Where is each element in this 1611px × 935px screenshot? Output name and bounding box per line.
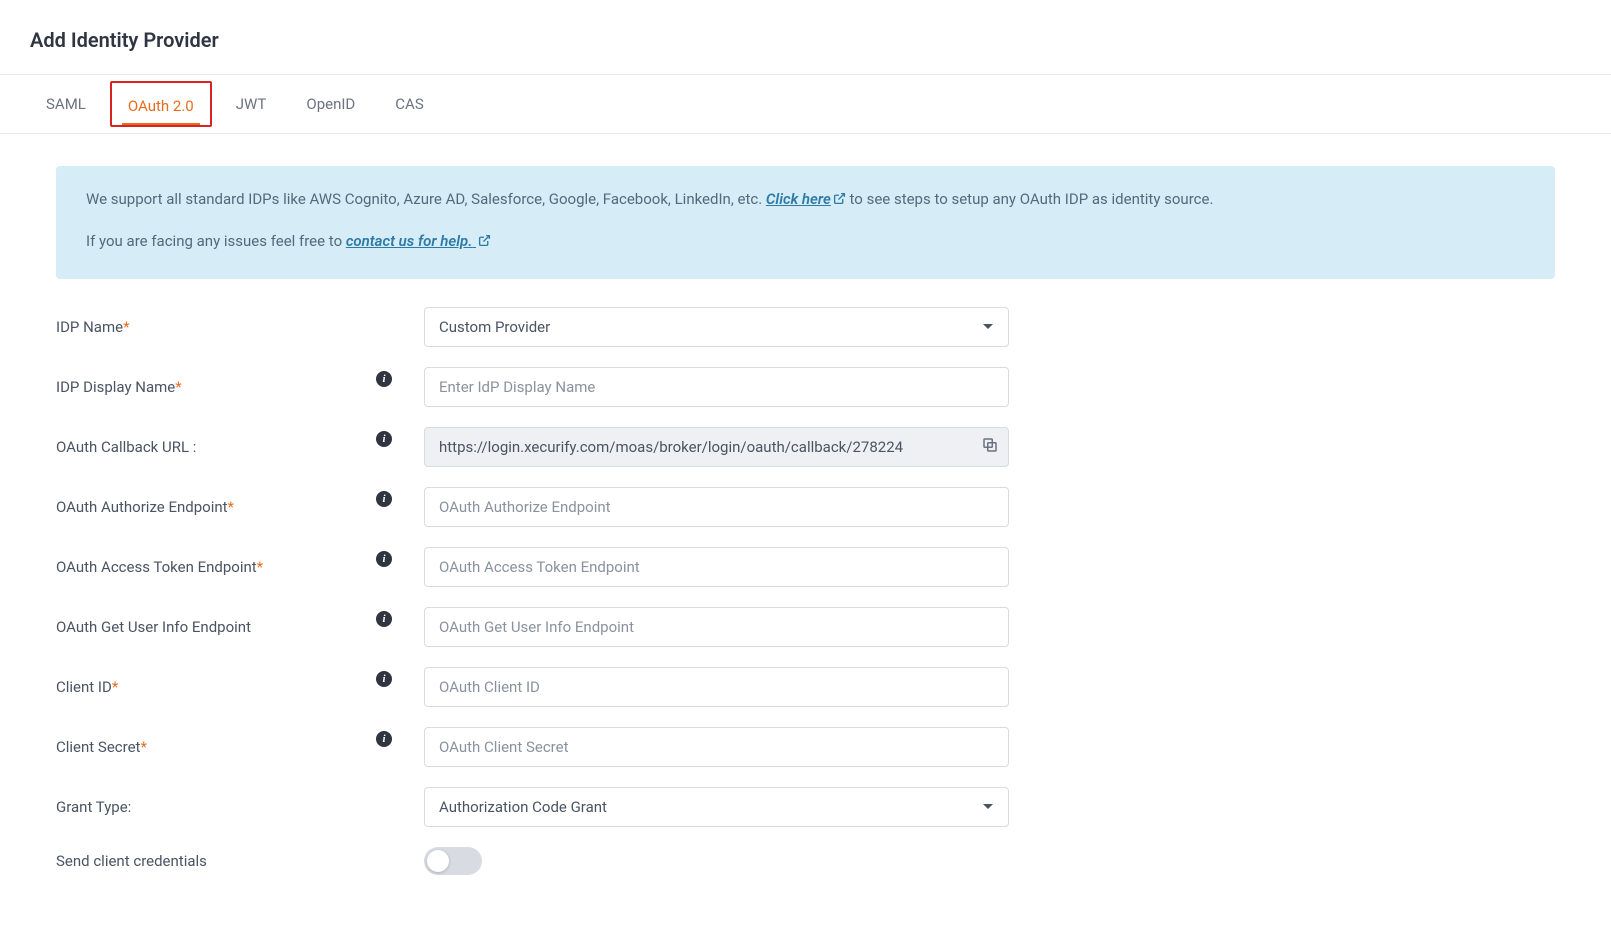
access-token-endpoint-input[interactable]	[424, 547, 1009, 587]
tabs-bar: SAML OAuth 2.0 JWT OpenID CAS	[0, 75, 1611, 134]
info-icon[interactable]: i	[376, 431, 392, 447]
callback-url-field[interactable]	[424, 427, 1009, 467]
label-send-credentials: Send client credentials	[56, 852, 376, 870]
label-user-info-endpoint: OAuth Get User Info Endpoint	[56, 618, 376, 636]
user-info-endpoint-input[interactable]	[424, 607, 1009, 647]
row-send-credentials: Send client credentials	[56, 847, 1555, 875]
row-access-token-endpoint: OAuth Access Token Endpoint* i	[56, 547, 1555, 587]
send-credentials-toggle[interactable]	[424, 847, 482, 875]
info-text: We support all standard IDPs like AWS Co…	[86, 190, 766, 208]
label-idp-name: IDP Name*	[56, 318, 376, 336]
info-icon[interactable]: i	[376, 731, 392, 747]
info-text: If you are facing any issues feel free t…	[86, 232, 346, 250]
label-access-token-endpoint: OAuth Access Token Endpoint*	[56, 558, 376, 576]
tab-openid[interactable]: OpenID	[286, 75, 375, 133]
copy-icon	[981, 436, 999, 454]
client-secret-input[interactable]	[424, 727, 1009, 767]
content-area: We support all standard IDPs like AWS Co…	[0, 134, 1611, 935]
tab-jwt[interactable]: JWT	[216, 75, 287, 133]
info-icon[interactable]: i	[376, 551, 392, 567]
click-here-link[interactable]: Click here	[766, 190, 846, 208]
row-authorize-endpoint: OAuth Authorize Endpoint* i	[56, 487, 1555, 527]
required-marker: *	[112, 678, 118, 696]
client-id-input[interactable]	[424, 667, 1009, 707]
row-idp-display-name: IDP Display Name* i	[56, 367, 1555, 407]
info-banner: We support all standard IDPs like AWS Co…	[56, 166, 1555, 279]
page-root: Add Identity Provider SAML OAuth 2.0 JWT…	[0, 0, 1611, 935]
row-grant-type: Grant Type: Authorization Code Grant	[56, 787, 1555, 827]
grant-type-select[interactable]: Authorization Code Grant	[424, 787, 1009, 827]
oauth-form: IDP Name* Custom Provider IDP Display Na…	[56, 307, 1555, 875]
label-grant-type: Grant Type:	[56, 798, 376, 816]
required-marker: *	[123, 318, 129, 336]
info-icon[interactable]: i	[376, 611, 392, 627]
info-icon[interactable]: i	[376, 491, 392, 507]
external-link-icon	[833, 189, 846, 212]
idp-name-select[interactable]: Custom Provider	[424, 307, 1009, 347]
tab-oauth2[interactable]: OAuth 2.0	[110, 81, 212, 127]
info-icon[interactable]: i	[376, 671, 392, 687]
contact-us-link[interactable]: contact us for help.	[346, 232, 491, 250]
authorize-endpoint-input[interactable]	[424, 487, 1009, 527]
row-client-id: Client ID* i	[56, 667, 1555, 707]
required-marker: *	[140, 738, 146, 756]
label-authorize-endpoint: OAuth Authorize Endpoint*	[56, 498, 376, 516]
info-line-2: If you are facing any issues feel free t…	[86, 230, 1525, 254]
info-text: to see steps to setup any OAuth IDP as i…	[850, 190, 1214, 208]
required-marker: *	[257, 558, 263, 576]
row-user-info-endpoint: OAuth Get User Info Endpoint i	[56, 607, 1555, 647]
required-marker: *	[228, 498, 234, 516]
row-callback-url: OAuth Callback URL : i	[56, 427, 1555, 467]
tab-cas[interactable]: CAS	[375, 75, 443, 133]
external-link-icon	[478, 231, 491, 254]
tab-saml[interactable]: SAML	[26, 75, 106, 133]
row-idp-name: IDP Name* Custom Provider	[56, 307, 1555, 347]
page-header: Add Identity Provider	[0, 0, 1611, 75]
label-client-id: Client ID*	[56, 678, 376, 696]
label-idp-display-name: IDP Display Name*	[56, 378, 376, 396]
row-client-secret: Client Secret* i	[56, 727, 1555, 767]
idp-display-name-input[interactable]	[424, 367, 1009, 407]
info-line-1: We support all standard IDPs like AWS Co…	[86, 188, 1525, 212]
copy-button[interactable]	[981, 436, 999, 458]
required-marker: *	[175, 378, 181, 396]
label-client-secret: Client Secret*	[56, 738, 376, 756]
label-callback-url: OAuth Callback URL :	[56, 438, 376, 456]
info-icon[interactable]: i	[376, 371, 392, 387]
page-title: Add Identity Provider	[30, 28, 1581, 52]
